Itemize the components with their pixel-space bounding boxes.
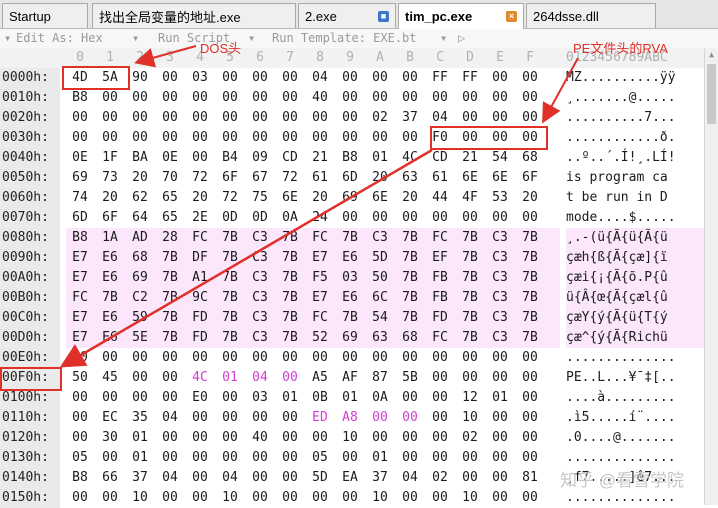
dos-arrow xyxy=(134,45,197,68)
pe-rva-arrow xyxy=(542,57,579,124)
annotation-arrows xyxy=(59,45,579,368)
watermark: 知乎 @看雪学院 xyxy=(560,471,684,490)
offset-arrow xyxy=(59,148,433,368)
